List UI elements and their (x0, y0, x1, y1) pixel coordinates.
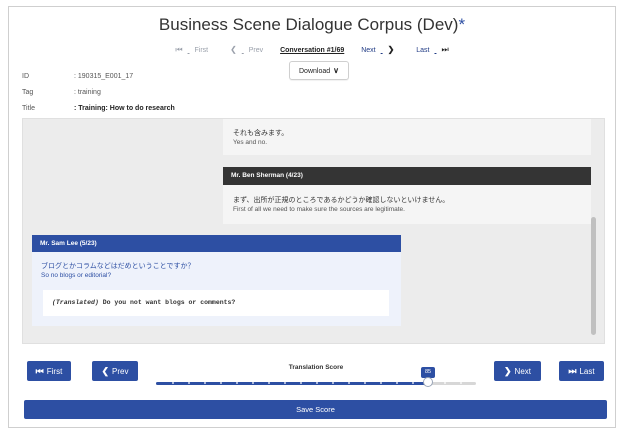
next-button-label: Next (514, 367, 531, 376)
slider-tick (460, 382, 462, 384)
unsaved-marker: * (458, 15, 466, 34)
next-button[interactable]: ❯ Next (494, 361, 541, 381)
nav-first-link[interactable]: ⏮ First (170, 45, 213, 55)
conversation-panel[interactable]: それも含みます。 Yes and no. Mr. Ben Sherman (4/… (22, 118, 605, 344)
slider-tick (444, 382, 446, 384)
slider-tick (188, 382, 190, 384)
download-button[interactable]: Download ∨ (289, 61, 349, 80)
translation-score-slider[interactable]: Translation Score 85 (156, 364, 476, 387)
skip-back-icon: ⏮ (175, 45, 183, 54)
slider-tick (412, 382, 414, 384)
slider-tick (172, 382, 174, 384)
meta-key-title: Title (22, 105, 35, 112)
machine-translation: (Translated) Do you not want blogs or co… (43, 290, 389, 316)
message-japanese: それも含みます。 (233, 130, 289, 137)
app-frame: Business Scene Dialogue Corpus (Dev)* ⏮ … (8, 6, 616, 428)
first-button-label: First (46, 367, 63, 376)
meta-key-id: ID (22, 73, 29, 80)
message-japanese: まず、出所が正規のところであるかどうか確認しないといけません。 (233, 197, 450, 204)
meta-value-title: : Training: How to do research (74, 105, 175, 112)
slider-thumb[interactable] (423, 377, 433, 387)
slider-tick (332, 382, 334, 384)
translated-tag: (Translated) (52, 299, 99, 306)
slider-tick (284, 382, 286, 384)
nav-first-label: First (194, 47, 209, 54)
slider-tick (268, 382, 270, 384)
last-button-label: Last (579, 367, 595, 376)
slider-tick (364, 382, 366, 384)
nav-prev-link[interactable]: ❮ Prev (225, 45, 268, 54)
nav-current-conversation: Conversation #1/69 (280, 47, 345, 54)
meta-key-tag: Tag (22, 89, 34, 96)
slider-track[interactable]: 85 (156, 367, 476, 387)
message-japanese: ブログとかコラムなどはだめということですか？ (41, 263, 195, 270)
translated-text: Do you not want blogs or comments? (98, 299, 236, 306)
download-label: Download (299, 68, 331, 75)
slider-tick (220, 382, 222, 384)
prev-button[interactable]: ❮ Prev (92, 361, 138, 381)
save-score-button[interactable]: Save Score (24, 400, 607, 419)
chevron-right-icon: ❯ (387, 45, 395, 54)
slider-tick (300, 382, 302, 384)
message-ben-sherman: Mr. Ben Sherman (4/23) まず、出所が正規のところであるかど… (223, 167, 591, 224)
slider-tick (252, 382, 254, 384)
page-title: Business Scene Dialogue Corpus (Dev)* (9, 15, 615, 35)
nav-prev-label: Prev (248, 47, 264, 54)
last-button[interactable]: ⏭ Last (559, 361, 604, 381)
meta-value-id: : 190315_E001_17 (74, 73, 134, 80)
slider-tick (204, 382, 206, 384)
slider-tick (380, 382, 382, 384)
slider-tick (316, 382, 318, 384)
first-button[interactable]: ⏮ First (27, 361, 71, 381)
skip-back-icon: ⏮ (35, 366, 44, 376)
prev-button-label: Prev (112, 367, 129, 376)
message-english: So no blogs or editorial? (41, 272, 112, 279)
chevron-down-icon: ∨ (333, 66, 339, 75)
message-previous: それも含みます。 Yes and no. (223, 119, 591, 155)
message-english: First of all we need to make sure the so… (233, 206, 405, 213)
chevron-right-icon: ❯ (504, 366, 512, 376)
skip-forward-icon: ⏭ (441, 45, 449, 54)
slider-tick (348, 382, 350, 384)
message-english: Yes and no. (233, 139, 268, 146)
slider-tick (396, 382, 398, 384)
message-speaker: Mr. Sam Lee (5/23) (32, 235, 401, 252)
meta-value-tag: : training (74, 89, 101, 96)
nav-last-link[interactable]: Last ⏭ (411, 45, 453, 55)
page-title-text: Business Scene Dialogue Corpus (Dev) (158, 15, 459, 34)
nav-next-label: Next (361, 47, 376, 54)
scrollbar-thumb[interactable] (591, 217, 596, 335)
nav-last-label: Last (416, 47, 430, 54)
nav-next-link[interactable]: Next ❯ (356, 45, 399, 54)
conversation-nav: ⏮ First ❮ Prev Conversation #1/69 Next ❯… (9, 45, 615, 55)
chevron-left-icon: ❮ (101, 366, 110, 376)
chevron-left-icon: ❮ (230, 45, 237, 54)
slider-fill (156, 382, 428, 385)
message-speaker: Mr. Ben Sherman (4/23) (223, 167, 591, 185)
slider-tick (236, 382, 238, 384)
skip-forward-icon: ⏭ (568, 366, 577, 376)
message-sam-lee: Mr. Sam Lee (5/23) ブログとかコラムなどはだめということですか… (32, 235, 401, 326)
